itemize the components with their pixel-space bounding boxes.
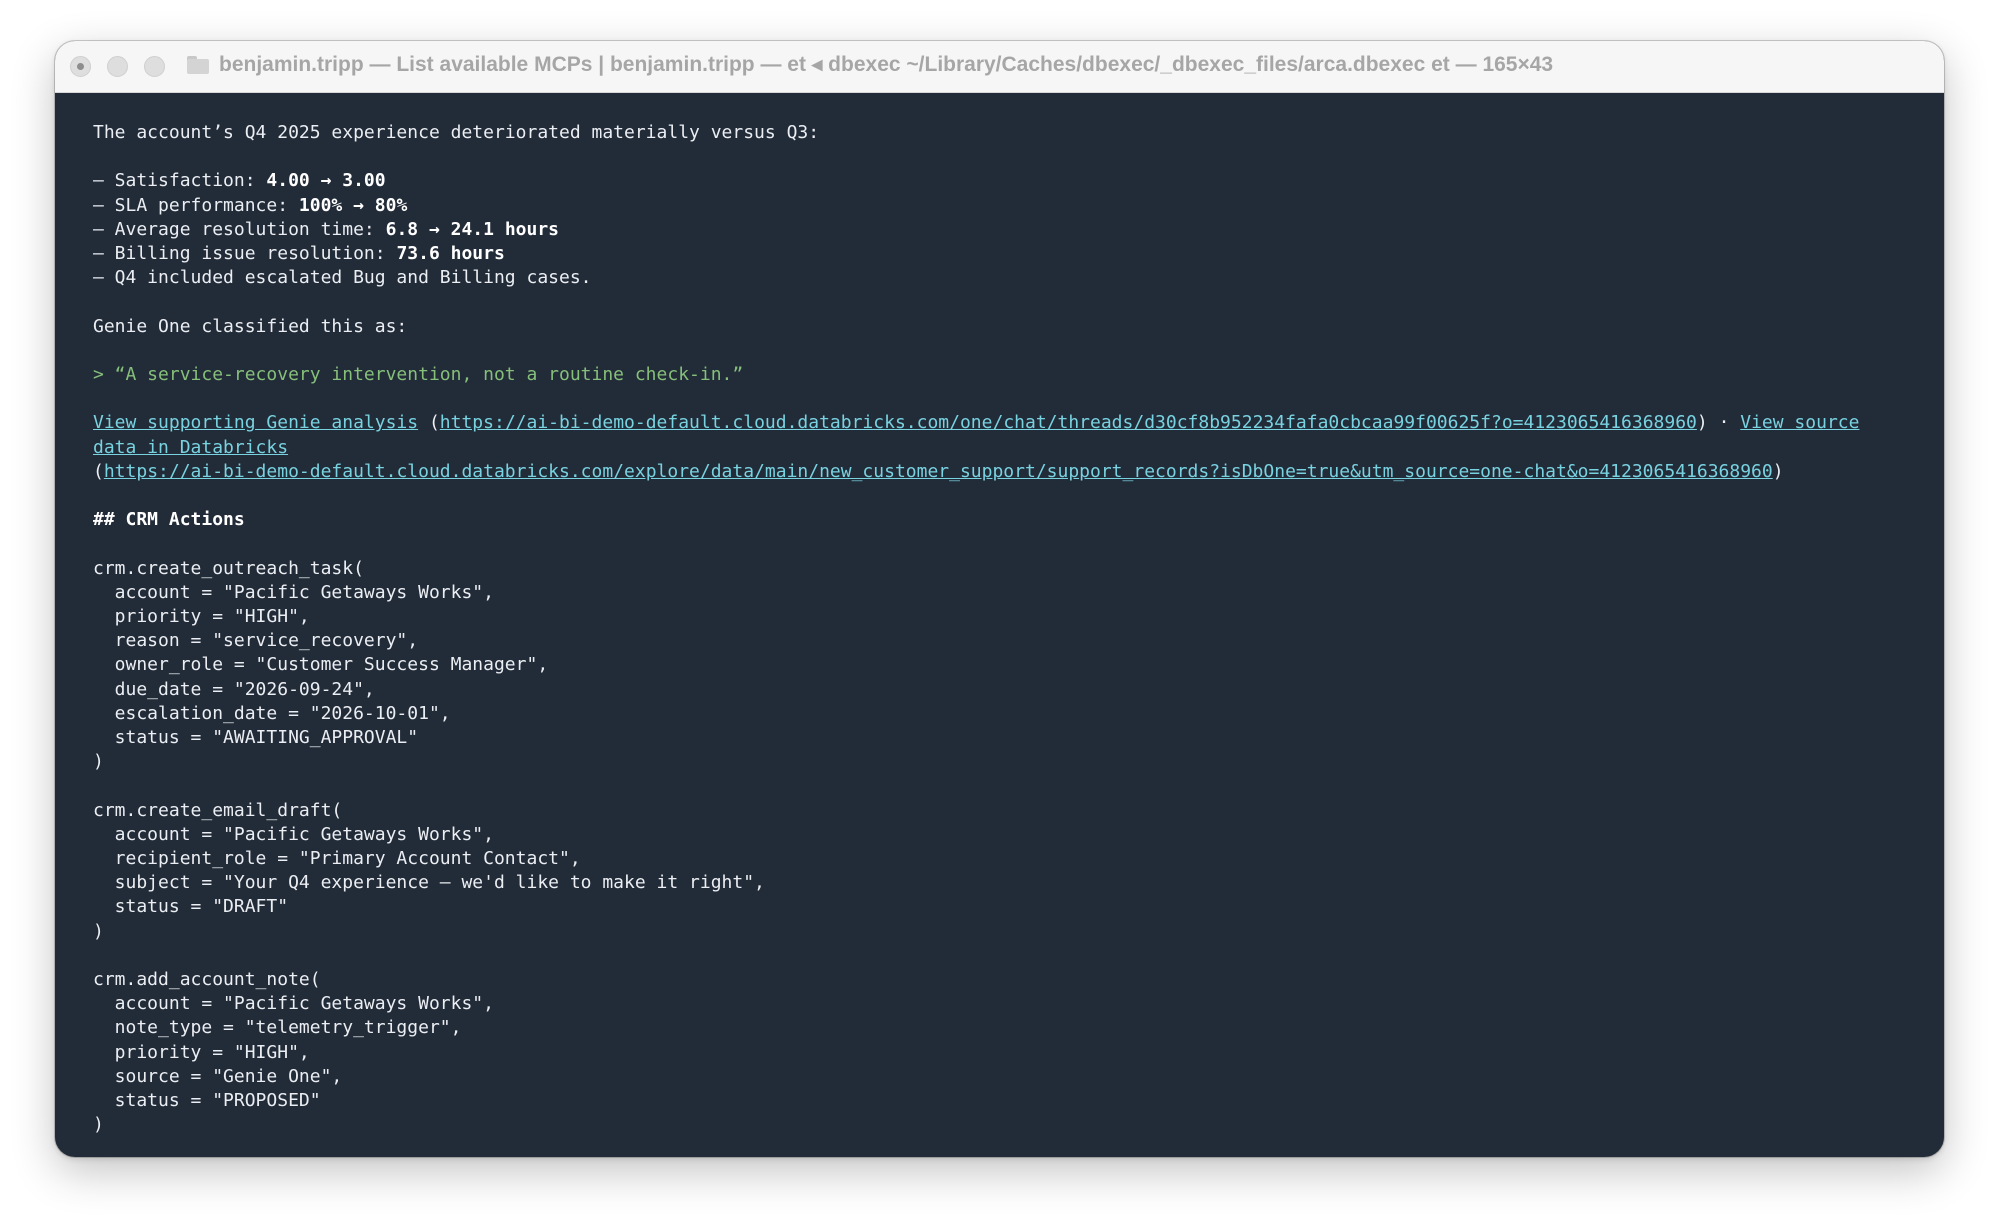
code-arg: account = "Pacific Getaways Works", xyxy=(93,993,494,1015)
crm-heading: ## CRM Actions xyxy=(93,509,245,531)
code-call: crm.create_outreach_task( xyxy=(93,557,364,579)
code-call: crm.create_email_draft( xyxy=(93,799,343,821)
code-arg: note_type = "telemetry_trigger", xyxy=(93,1017,462,1039)
crm-block-email-draft: crm.create_email_draft( account = "Pacif… xyxy=(93,799,1906,944)
code-arg: priority = "HIGH", xyxy=(93,1041,310,1063)
genie-analysis-url[interactable]: https://ai-bi-demo-default.cloud.databri… xyxy=(440,412,1697,433)
folder-icon xyxy=(187,55,209,74)
bullet-escalated: – Q4 included escalated Bug and Billing … xyxy=(93,267,592,289)
close-button[interactable] xyxy=(70,56,91,77)
links-line-2: data in Databricks xyxy=(93,436,1906,460)
genie-analysis-link[interactable]: View supporting Genie analysis xyxy=(93,412,418,433)
bullet-sla: – SLA performance: 100% → 80% xyxy=(93,194,408,216)
code-arg: reason = "service_recovery", xyxy=(93,630,419,652)
code-arg: recipient_role = "Primary Account Contac… xyxy=(93,847,581,869)
crm-block-account-note: crm.add_account_note( account = "Pacific… xyxy=(93,968,1906,1137)
code-close: ) xyxy=(93,1114,104,1136)
source-data-link[interactable]: View source xyxy=(1740,412,1859,433)
code-arg: status = "PROPOSED" xyxy=(93,1090,321,1111)
terminal-window: benjamin.tripp — List available MCPs | b… xyxy=(55,41,1944,1157)
code-arg: escalation_date = "2026-10-01", xyxy=(93,702,451,724)
source-data-link-cont[interactable]: data in Databricks xyxy=(93,437,288,458)
bullet-billing: – Billing issue resolution: 73.6 hours xyxy=(93,243,505,264)
code-close: ) xyxy=(93,920,104,942)
minimize-button[interactable] xyxy=(107,56,128,77)
window-title: benjamin.tripp — List available MCPs | b… xyxy=(219,53,1554,76)
code-arg: account = "Pacific Getaways Works", xyxy=(93,581,494,603)
code-arg: subject = "Your Q4 experience — we'd lik… xyxy=(93,872,765,894)
links-line-3: (https://ai-bi-demo-default.cloud.databr… xyxy=(93,460,1784,482)
zoom-button[interactable] xyxy=(144,56,165,77)
bullet-resolution-time: – Average resolution time: 6.8 → 24.1 ho… xyxy=(93,218,559,240)
code-call: crm.add_account_note( xyxy=(93,968,321,990)
links-line-1: View supporting Genie analysis (https://… xyxy=(93,412,1860,434)
classification-label: Genie One classified this as: xyxy=(93,315,408,337)
summary-intro: The account’s Q4 2025 experience deterio… xyxy=(93,122,820,143)
classification-quote: > “A service-recovery intervention, not … xyxy=(93,363,744,385)
source-data-url[interactable]: https://ai-bi-demo-default.cloud.databri… xyxy=(104,461,1773,482)
code-arg: status = "AWAITING_APPROVAL" xyxy=(93,726,419,748)
code-arg: due_date = "2026-09-24", xyxy=(93,678,375,700)
title-bar[interactable]: benjamin.tripp — List available MCPs | b… xyxy=(55,41,1944,93)
code-arg: priority = "HIGH", xyxy=(93,605,310,627)
crm-block-outreach-task: crm.create_outreach_task( account = "Pac… xyxy=(93,557,1906,775)
terminal-output[interactable]: The account’s Q4 2025 experience deterio… xyxy=(55,93,1944,1157)
code-close: ) xyxy=(93,751,104,773)
code-arg: status = "DRAFT" xyxy=(93,896,289,918)
bullet-satisfaction: – Satisfaction: 4.00 → 3.00 xyxy=(93,170,386,192)
code-arg: source = "Genie One", xyxy=(93,1065,343,1087)
code-arg: account = "Pacific Getaways Works", xyxy=(93,823,494,845)
window-controls xyxy=(70,56,165,77)
code-arg: owner_role = "Customer Success Manager", xyxy=(93,654,549,676)
window-title-area: benjamin.tripp — List available MCPs | b… xyxy=(187,52,1924,77)
